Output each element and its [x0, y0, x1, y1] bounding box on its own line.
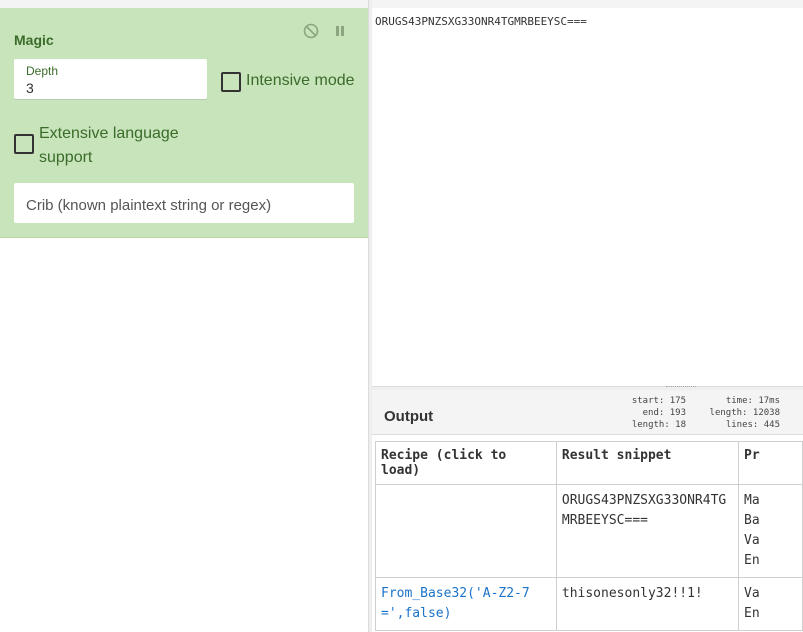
- property-line: Ma: [744, 493, 760, 508]
- stat-length: length: 18: [631, 420, 686, 430]
- snippet-cell: ORUGS43PNZSXG33ONR4TGMRBEEYSC===: [555, 484, 740, 578]
- property-line: En: [744, 553, 760, 568]
- stat-start: start: 175: [631, 396, 686, 406]
- pause-icon[interactable]: [331, 22, 349, 40]
- extensive-language-checkbox[interactable]: [14, 134, 34, 154]
- extensive-language-label[interactable]: Extensive language support: [39, 122, 199, 170]
- table-row: From_Base32('A-Z2-7=',false) thisonesonl…: [375, 577, 803, 631]
- input-text[interactable]: ORUGS43PNZSXG33ONR4TGMRBEEYSC===: [375, 15, 587, 28]
- depth-field[interactable]: Depth 3: [14, 59, 207, 99]
- stat-output-length: length: 12038: [709, 408, 780, 418]
- recipe-link[interactable]: From_Base32('A-Z2-7=',false): [381, 586, 530, 621]
- property-line: Va: [744, 586, 760, 601]
- recipe-cell[interactable]: From_Base32('A-Z2-7=',false): [375, 577, 557, 631]
- magic-operation[interactable]: Magic Depth 3 Intensive mode Extensive l…: [0, 8, 368, 238]
- header-recipe: Recipe (click to load): [375, 441, 557, 485]
- operation-title: Magic: [14, 32, 54, 48]
- intensive-mode-label[interactable]: Intensive mode: [246, 72, 355, 90]
- recipe-cell[interactable]: [375, 484, 557, 578]
- table-row: ORUGS43PNZSXG33ONR4TGMRBEEYSC=== Ma Ba V…: [375, 484, 803, 578]
- header-properties: Pr: [738, 441, 803, 485]
- header-snippet: Result snippet: [555, 441, 740, 485]
- property-line: Ba: [744, 513, 760, 528]
- stat-end: end: 193: [642, 408, 686, 418]
- table-header-row: Recipe (click to load) Result snippet Pr: [375, 441, 803, 485]
- magic-results-table: Recipe (click to load) Result snippet Pr…: [375, 441, 803, 631]
- stat-time: time: 17ms: [725, 396, 780, 406]
- output-title: Output: [384, 408, 434, 425]
- input-panel[interactable]: ORUGS43PNZSXG33ONR4TGMRBEEYSC===: [372, 0, 803, 386]
- output-panel[interactable]: Recipe (click to load) Result snippet Pr…: [372, 435, 803, 632]
- property-line: Va: [744, 533, 760, 548]
- disable-icon[interactable]: [302, 22, 320, 40]
- selection-stats: start: 175 end: 193 length: 18: [616, 395, 686, 431]
- crib-input[interactable]: Crib (known plaintext string or regex): [14, 183, 354, 223]
- output-stats: time: 17ms length: 12038 lines: 445: [698, 395, 780, 431]
- recipe-header-strip: [0, 0, 368, 8]
- properties-cell: Ma Ba Va En: [738, 484, 803, 578]
- crib-placeholder: Crib (known plaintext string or regex): [26, 197, 272, 214]
- intensive-mode-checkbox[interactable]: [221, 72, 241, 92]
- depth-label: Depth: [26, 64, 59, 78]
- stat-lines: lines: 445: [725, 420, 780, 430]
- properties-cell: Va En: [738, 577, 803, 631]
- recipe-panel: Magic Depth 3 Intensive mode Extensive l…: [0, 0, 368, 632]
- output-header: Output start: 175 end: 193 length: 18 ti…: [372, 390, 803, 435]
- snippet-cell: thisonesonly32!!1!: [555, 577, 740, 631]
- depth-input[interactable]: 3: [26, 80, 34, 96]
- property-line: En: [744, 606, 760, 621]
